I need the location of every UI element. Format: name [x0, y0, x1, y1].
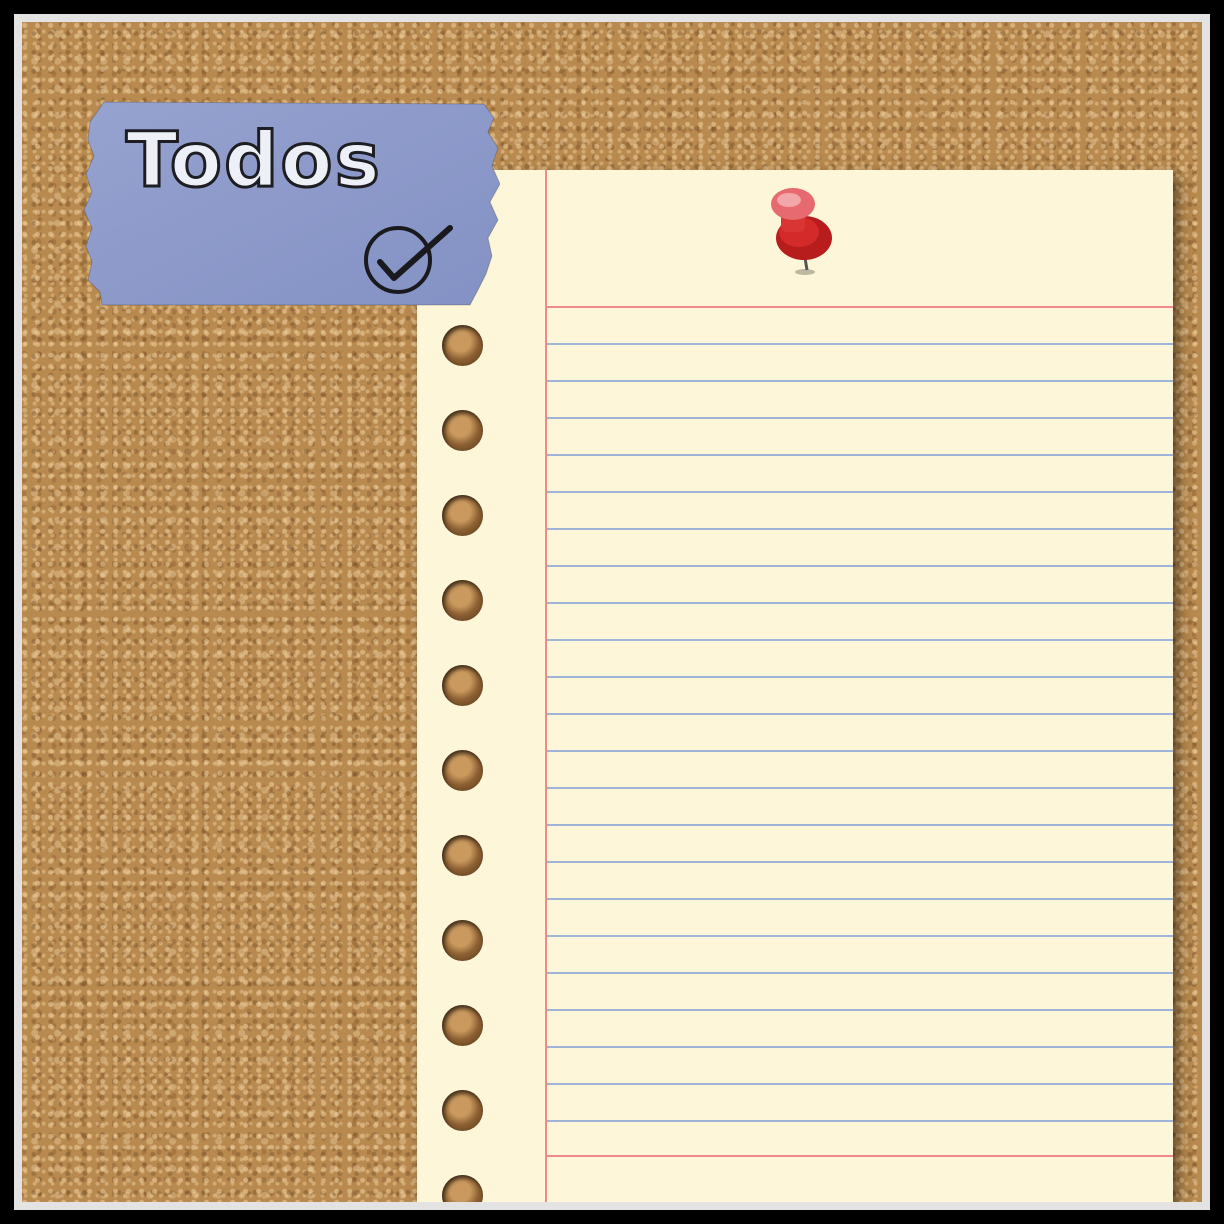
- checkmark-circle-icon: [364, 225, 453, 294]
- binder-hole: [442, 580, 483, 621]
- blue-rule-line: [547, 713, 1173, 715]
- blue-rule-line: [547, 972, 1173, 974]
- margin-line: [545, 170, 547, 1202]
- blue-rule-line: [547, 639, 1173, 641]
- blue-rule-line: [547, 602, 1173, 604]
- binder-hole: [442, 835, 483, 876]
- blue-rule-line: [547, 1046, 1173, 1048]
- blue-rule-line: [547, 380, 1173, 382]
- blue-rule-line: [547, 935, 1173, 937]
- red-rule-line: [547, 1155, 1173, 1157]
- blue-rule-line: [547, 861, 1173, 863]
- blue-rule-line: [547, 454, 1173, 456]
- blue-rule-line: [547, 491, 1173, 493]
- binder-hole: [442, 750, 483, 791]
- blue-rule-line: [547, 565, 1173, 567]
- blue-rule-line: [547, 343, 1173, 345]
- push-pin-icon[interactable]: [759, 186, 839, 276]
- notebook-paper[interactable]: [417, 170, 1173, 1202]
- blue-rule-line: [547, 1120, 1173, 1122]
- blue-rule-line: [547, 528, 1173, 530]
- todos-label: Todos: [80, 100, 501, 310]
- binder-hole: [442, 1175, 483, 1202]
- blue-rule-line: [547, 417, 1173, 419]
- binder-hole: [442, 495, 483, 536]
- binder-hole: [442, 1090, 483, 1131]
- blue-rule-line: [547, 787, 1173, 789]
- blue-rule-line: [547, 750, 1173, 752]
- blue-rule-line: [547, 824, 1173, 826]
- label-title: Todos: [125, 115, 382, 204]
- binder-hole: [442, 920, 483, 961]
- binder-hole: [442, 665, 483, 706]
- red-rule-line: [547, 306, 1173, 308]
- binder-hole: [442, 1005, 483, 1046]
- blue-rule-line: [547, 898, 1173, 900]
- binder-hole: [442, 325, 483, 366]
- window-frame: Todos: [0, 0, 1224, 1224]
- blue-rule-line: [547, 1009, 1173, 1011]
- binder-hole: [442, 410, 483, 451]
- blue-rule-line: [547, 1083, 1173, 1085]
- blue-rule-line: [547, 676, 1173, 678]
- cork-board: Todos: [14, 14, 1210, 1210]
